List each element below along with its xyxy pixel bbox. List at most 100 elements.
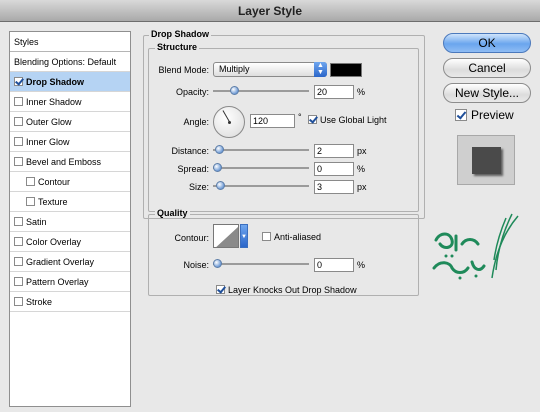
distance-field[interactable]: 2	[314, 144, 354, 158]
anti-aliased-checkbox[interactable]	[262, 232, 271, 242]
window-title: Layer Style	[0, 0, 540, 22]
sidebar-item-checkbox[interactable]	[14, 137, 23, 147]
distance-slider-track	[213, 149, 309, 151]
angle-dial[interactable]	[213, 106, 245, 138]
structure-title: Structure	[155, 42, 200, 52]
knockout-toggle[interactable]: Layer Knocks Out Drop Shadow	[216, 285, 357, 295]
contour-curve-icon	[214, 225, 238, 247]
sidebar-item-label: Contour	[38, 177, 71, 187]
contour-dropdown-button[interactable]: ▼	[240, 224, 248, 248]
contour-picker[interactable]	[213, 224, 239, 248]
sidebar-item-color-overlay[interactable]: Color Overlay	[10, 232, 130, 252]
noise-slider[interactable]	[213, 258, 309, 270]
quality-title: Quality	[155, 208, 190, 218]
sidebar-item-label: Satin	[26, 217, 47, 227]
distance-slider-knob[interactable]	[215, 145, 224, 154]
shadow-color-swatch[interactable]	[330, 63, 362, 77]
sidebar-item-label: Blending Options: Default	[14, 57, 117, 67]
distance-unit: px	[357, 146, 367, 156]
preview-toggle[interactable]: Preview	[455, 109, 514, 122]
sidebar-item-checkbox[interactable]	[14, 257, 23, 267]
drop-shadow-title: Drop Shadow	[149, 29, 211, 39]
size-slider-track	[213, 185, 309, 187]
sidebar-item-checkbox[interactable]	[14, 217, 23, 227]
sidebar-item-label: Outer Glow	[26, 117, 72, 127]
sidebar-item-pattern-overlay[interactable]: Pattern Overlay	[10, 272, 130, 292]
styles-list: Styles Blending Options: Default Drop Sha…	[9, 31, 131, 407]
angle-dial-center	[228, 121, 231, 124]
size-slider[interactable]	[213, 180, 309, 192]
blend-mode-value: Multiply	[219, 64, 250, 74]
angle-label: Angle:	[183, 117, 209, 127]
quality-group	[148, 214, 419, 296]
opacity-slider-track	[213, 90, 309, 92]
sidebar-item-checkbox[interactable]	[14, 157, 23, 167]
sidebar-item-checkbox[interactable]	[26, 197, 35, 207]
sidebar-item-stroke[interactable]: Stroke	[10, 292, 130, 312]
sidebar-item-bevel-and-emboss[interactable]: Bevel and Emboss	[10, 152, 130, 172]
sidebar-item-label: Gradient Overlay	[26, 257, 95, 267]
sidebar-item-inner-glow[interactable]: Inner Glow	[10, 132, 130, 152]
spread-unit: %	[357, 164, 366, 174]
blend-mode-select[interactable]: Multiply ▲ ▼	[213, 62, 327, 77]
sidebar-item-checkbox[interactable]	[14, 97, 23, 107]
ok-button[interactable]: OK	[443, 33, 531, 53]
sidebar-item-contour[interactable]: Contour	[10, 172, 130, 192]
sidebar-item-checkbox[interactable]	[26, 177, 35, 187]
angle-unit: °	[298, 112, 302, 122]
anti-aliased-toggle[interactable]: Anti-aliased	[262, 232, 321, 242]
spread-field[interactable]: 0	[314, 162, 354, 176]
sidebar-item-inner-shadow[interactable]: Inner Shadow	[10, 92, 130, 112]
sidebar-item-label: Drop Shadow	[26, 77, 84, 87]
opacity-slider-knob[interactable]	[230, 86, 239, 95]
sidebar-item-gradient-overlay[interactable]: Gradient Overlay	[10, 252, 130, 272]
spread-slider[interactable]	[213, 162, 309, 174]
sidebar-item-label: Texture	[38, 197, 68, 207]
opacity-slider[interactable]	[213, 85, 309, 97]
sidebar-item-drop-shadow[interactable]: Drop Shadow	[10, 72, 130, 92]
opacity-unit: %	[357, 87, 366, 97]
preview-label: Preview	[471, 108, 514, 122]
sidebar-item-outer-glow[interactable]: Outer Glow	[10, 112, 130, 132]
sidebar-item-checkbox[interactable]	[14, 237, 23, 247]
knockout-checkbox[interactable]	[216, 285, 225, 295]
cancel-button[interactable]: Cancel	[443, 58, 531, 78]
preview-checkbox[interactable]	[455, 108, 467, 121]
size-field[interactable]: 3	[314, 180, 354, 194]
opacity-field[interactable]: 20	[314, 85, 354, 99]
spread-slider-track	[213, 167, 309, 169]
watermark-logo	[432, 213, 519, 280]
sidebar-item-satin[interactable]: Satin	[10, 212, 130, 232]
contour-label: Contour:	[174, 233, 209, 243]
sidebar-item-label: Stroke	[26, 297, 53, 307]
sidebar-item-label: Pattern Overlay	[26, 277, 89, 287]
size-slider-knob[interactable]	[216, 181, 225, 190]
preview-swatch	[472, 147, 501, 174]
use-global-light-toggle[interactable]: Use Global Light	[308, 115, 387, 125]
sidebar-item-blending-options-default[interactable]: Blending Options: Default	[10, 52, 130, 72]
preview-thumbnail	[457, 135, 515, 185]
noise-slider-knob[interactable]	[213, 259, 222, 268]
styles-list-header[interactable]: Styles	[10, 32, 130, 52]
new-style-button[interactable]: New Style...	[443, 83, 531, 103]
angle-field[interactable]: 120	[250, 114, 295, 128]
distance-slider[interactable]	[213, 144, 309, 156]
layer-style-dialog: Styles Blending Options: Default Drop Sha…	[0, 22, 540, 412]
noise-field[interactable]: 0	[314, 258, 354, 272]
anti-aliased-label: Anti-aliased	[274, 232, 322, 242]
sidebar-item-label: Color Overlay	[26, 237, 82, 247]
sidebar-item-checkbox[interactable]	[14, 77, 23, 87]
sidebar-item-checkbox[interactable]	[14, 117, 23, 127]
sidebar-item-checkbox[interactable]	[14, 297, 23, 307]
sidebar-item-checkbox[interactable]	[14, 277, 23, 287]
knockout-label: Layer Knocks Out Drop Shadow	[228, 285, 357, 295]
spread-slider-knob[interactable]	[213, 163, 222, 172]
opacity-label: Opacity:	[175, 87, 209, 97]
chevron-updown-icon: ▲ ▼	[314, 62, 327, 77]
noise-unit: %	[357, 260, 366, 270]
noise-label: Noise:	[183, 260, 209, 270]
drop-shadow-panel: Drop Shadow Structure Blend Mode: Multip…	[143, 29, 425, 354]
noise-slider-track	[213, 263, 309, 265]
use-global-light-checkbox[interactable]	[308, 115, 317, 125]
sidebar-item-texture[interactable]: Texture	[10, 192, 130, 212]
